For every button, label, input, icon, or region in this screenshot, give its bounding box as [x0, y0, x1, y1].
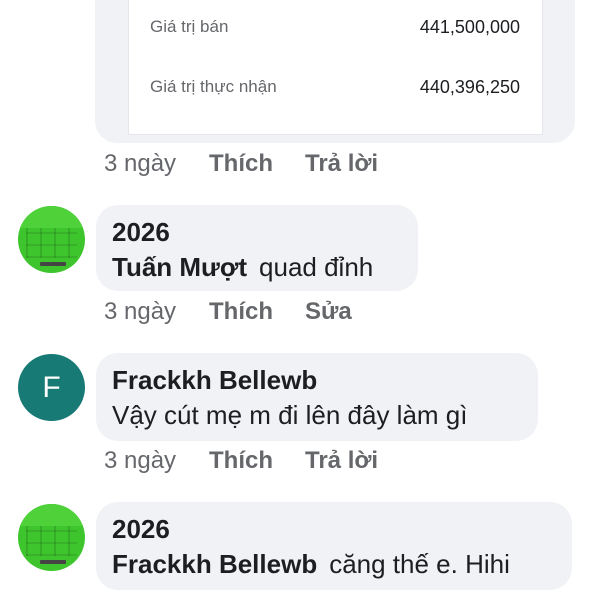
like-button[interactable]: Thích: [209, 447, 273, 475]
comment-text: Tuấn Mượt quad đỉnh: [112, 249, 402, 285]
comment-time: 3 ngày: [104, 150, 177, 177]
reply-button[interactable]: Trả lời: [305, 150, 378, 178]
comment-mention[interactable]: Frackkh Bellewb: [112, 549, 317, 579]
comment-meta: 3 ngày Thích Sửa: [104, 297, 384, 327]
received-value: 440,396,250: [419, 77, 520, 97]
received-value-label: Giá trị thực nhận: [150, 77, 277, 96]
avatar-mark: [40, 262, 66, 266]
edit-button[interactable]: Sửa: [305, 298, 352, 326]
comment-author[interactable]: 2026: [112, 512, 556, 546]
comment-body: căng thế e. Hihi: [329, 549, 510, 579]
avatar[interactable]: F: [18, 354, 85, 421]
comment-meta: 3 ngày Thích Trả lời: [104, 446, 410, 476]
comment-bubble: 2026 Frackkh Bellewb căng thế e. Hihi: [96, 502, 572, 590]
comment-author[interactable]: 2026: [112, 215, 402, 249]
like-button[interactable]: Thích: [209, 298, 273, 326]
like-button[interactable]: Thích: [209, 150, 273, 178]
avatar-pattern: [26, 228, 77, 258]
sell-value: 441,500,000: [419, 17, 520, 37]
comment-bubble: Frackkh Bellewb Vậy cút mẹ m đi lên đây …: [96, 353, 538, 441]
avatar-mark: [40, 560, 66, 564]
sell-value-label: Giá trị bán: [150, 17, 229, 36]
comment-mention[interactable]: Tuấn Mượt: [112, 252, 247, 282]
comment-bubble: 2026 Tuấn Mượt quad đỉnh: [96, 205, 418, 291]
avatar[interactable]: [18, 206, 85, 273]
comment-body: Vậy cút mẹ m đi lên đây làm gì: [112, 400, 468, 430]
avatar-pattern: [26, 526, 77, 556]
comment-author[interactable]: Frackkh Bellewb: [112, 363, 522, 397]
comment-text: Frackkh Bellewb căng thế e. Hihi: [112, 546, 556, 582]
comment-text: Vậy cút mẹ m đi lên đây làm gì: [112, 397, 522, 433]
comment-time: 3 ngày: [104, 447, 177, 474]
comment-meta: 3 ngày Thích Trả lời: [104, 149, 410, 179]
reply-button[interactable]: Trả lời: [305, 447, 378, 475]
avatar[interactable]: [18, 504, 85, 571]
comment-time: 3 ngày: [104, 298, 177, 325]
avatar-initial: F: [42, 370, 61, 404]
comment-body: quad đỉnh: [259, 252, 374, 282]
